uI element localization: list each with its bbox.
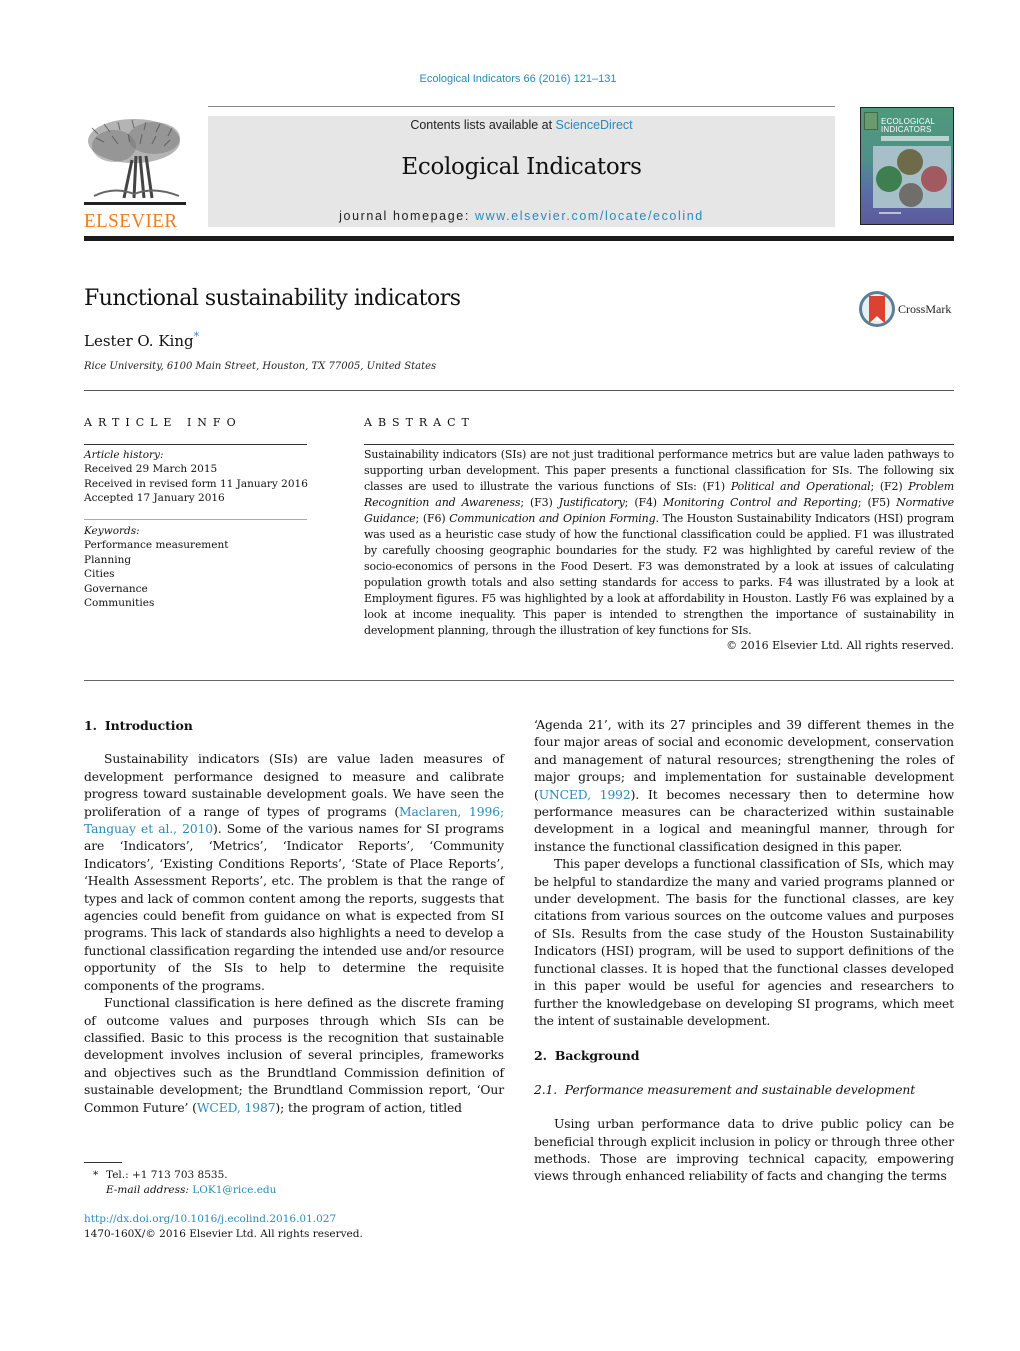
cover-publisher-badge (864, 112, 878, 130)
cover-title: ECOLOGICAL INDICATORS (881, 117, 936, 134)
abstract-divider (364, 444, 954, 445)
footnote-telephone: Tel.: +1 713 703 8535. (106, 1169, 228, 1181)
keywords-list: Keywords: Performance measurement Planni… (84, 524, 228, 610)
cover-circle-photo (921, 166, 947, 192)
author-affiliation: Rice University, 6100 Main Street, Houst… (84, 361, 437, 372)
cover-circle-photo (899, 183, 923, 207)
elsevier-logo[interactable]: ELSEVIER (84, 116, 186, 232)
affiliation-divider (84, 390, 954, 391)
journal-cover-image[interactable]: ECOLOGICAL INDICATORS (860, 107, 954, 225)
crossmark-icon (859, 291, 895, 327)
keyword-item: Planning (84, 553, 132, 566)
article-title: Functional sustainability indicators (84, 286, 461, 311)
keywords-divider (84, 519, 307, 520)
section-heading-background: 2. Background (534, 1048, 640, 1064)
citation-link[interactable]: WCED, 1987 (197, 1101, 276, 1115)
paragraph: This paper develops a functional classif… (534, 857, 954, 1028)
crossmark-label: CrossMark (898, 301, 952, 316)
journal-homepage-link[interactable]: www.elsevier.com/locate/ecolind (475, 209, 704, 223)
contents-prefix: Contents lists available at (410, 118, 556, 132)
author-name: Lester O. King* (84, 330, 200, 350)
journal-banner: Contents lists available at ScienceDirec… (208, 116, 835, 227)
footnote-divider (84, 1162, 122, 1163)
doi-link[interactable]: http://dx.doi.org/10.1016/j.ecolind.2016… (84, 1213, 336, 1225)
cover-circle-photo (897, 149, 923, 175)
homepage-prefix: journal homepage: (339, 209, 475, 223)
elsevier-tree-icon (84, 116, 186, 206)
header-divider-bar (84, 236, 954, 241)
contents-availability: Contents lists available at ScienceDirec… (208, 118, 835, 132)
history-item: Received in revised form 11 January 2016 (84, 477, 308, 490)
body-column-right: ‘Agenda 21’, with its 27 principles and … (534, 717, 954, 1186)
abstract-text: Sustainability indicators (SIs) are not … (364, 448, 954, 637)
subsection-heading: 2.1. Performance measurement and sustain… (534, 1082, 916, 1097)
abstract-copyright: © 2016 Elsevier Ltd. All rights reserved… (726, 639, 954, 652)
keyword-item: Performance measurement (84, 539, 229, 552)
paragraph: Using urban performance data to drive pu… (534, 1117, 954, 1184)
body-column-left: 1. Introduction Sustainability indicators… (84, 717, 504, 1117)
article-history-heading: Article history: (84, 449, 164, 461)
elsevier-wordmark: ELSEVIER (84, 210, 178, 232)
doi-footer: http://dx.doi.org/10.1016/j.ecolind.2016… (84, 1212, 363, 1241)
article-history: Article history: Received 29 March 2015 … (84, 448, 308, 506)
abstract-heading: ABSTRACT (364, 416, 475, 429)
cover-footer-text (879, 212, 901, 214)
keyword-item: Cities (84, 568, 115, 581)
sciencedirect-link[interactable]: ScienceDirect (556, 118, 633, 132)
article-info-divider (84, 444, 307, 445)
article-info-heading: ARTICLE INFO (84, 416, 242, 429)
history-item: Accepted 17 January 2016 (84, 492, 225, 505)
author-email-link[interactable]: LOK1@rice.edu (192, 1184, 276, 1196)
paragraph-continued: ‘Agenda 21’, with its 27 principles and … (534, 718, 954, 854)
issn-copyright: 1470-160X/© 2016 Elsevier Ltd. All right… (84, 1227, 363, 1240)
header-top-rule (208, 106, 835, 107)
abstract-end-divider (84, 680, 954, 681)
author-footnote-link[interactable]: * (194, 330, 200, 343)
author-footnote: * Tel.: +1 713 703 8535. E-mail address: … (93, 1169, 277, 1196)
keywords-heading: Keywords: (84, 525, 140, 537)
journal-reference-link[interactable]: Ecological Indicators 66 (2016) 121–131 (0, 73, 1020, 85)
cover-circle-photo (876, 166, 902, 192)
email-label: E-mail address: (106, 1183, 193, 1196)
keyword-item: Communities (84, 597, 155, 610)
cover-subtitle-bar (881, 136, 949, 141)
journal-title: Ecological Indicators (401, 154, 642, 180)
crossmark-button[interactable]: CrossMark (858, 290, 951, 328)
section-heading-introduction: 1. Introduction (84, 718, 193, 733)
paragraph: Sustainability indicators (SIs) are valu… (84, 752, 504, 993)
journal-homepage: journal homepage: www.elsevier.com/locat… (208, 209, 835, 223)
citation-link[interactable]: UNCED, 1992 (539, 788, 631, 802)
paragraph: Functional classification is here define… (84, 996, 504, 1115)
history-item: Received 29 March 2015 (84, 463, 218, 476)
keyword-item: Governance (84, 582, 148, 595)
